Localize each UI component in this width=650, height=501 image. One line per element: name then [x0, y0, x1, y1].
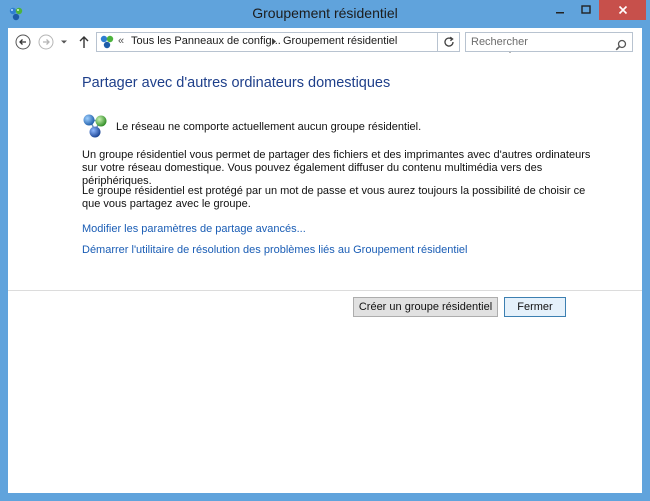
- window: Groupement résidentiel « Tous les Pannea…: [0, 0, 650, 501]
- forward-button[interactable]: [38, 34, 54, 50]
- search-box[interactable]: [465, 32, 633, 52]
- maximize-button[interactable]: [573, 0, 599, 20]
- window-client-area: « Tous les Panneaux de config... Groupem…: [8, 28, 642, 493]
- back-arrow-icon: [15, 34, 31, 50]
- security-paragraph: Le groupe résidentiel est protégé par un…: [82, 185, 586, 210]
- minimize-icon: [556, 12, 564, 14]
- breadcrumb-overflow[interactable]: «: [118, 35, 124, 47]
- homegroup-icon: [99, 34, 115, 50]
- navigation-bar: « Tous les Panneaux de config... Groupem…: [8, 28, 642, 56]
- recent-locations-button[interactable]: [59, 34, 69, 50]
- refresh-icon: [443, 36, 454, 47]
- search-icon[interactable]: [615, 36, 627, 55]
- address-bar[interactable]: « Tous les Panneaux de config... Groupem…: [96, 32, 515, 53]
- search-input[interactable]: [466, 33, 611, 51]
- divider: [8, 290, 642, 291]
- create-homegroup-button[interactable]: Créer un groupe résidentiel: [353, 297, 498, 317]
- homegroup-icon: [81, 112, 109, 140]
- description-paragraph: Un groupe résidentiel vous permet de par…: [82, 149, 591, 187]
- breadcrumb-item[interactable]: Groupement résidentiel: [283, 35, 397, 47]
- troubleshooter-link[interactable]: Démarrer l'utilitaire de résolution des …: [82, 244, 467, 256]
- forward-arrow-icon: [38, 34, 54, 50]
- refresh-button[interactable]: [438, 32, 460, 52]
- breadcrumb-item[interactable]: Tous les Panneaux de config...: [131, 35, 281, 47]
- up-button[interactable]: [76, 34, 92, 50]
- close-icon: [618, 5, 627, 15]
- back-button[interactable]: [15, 34, 31, 50]
- page-title: Partager avec d'autres ordinateurs domes…: [82, 75, 391, 91]
- breadcrumb-separator-icon[interactable]: [271, 37, 277, 49]
- status-message: Le réseau ne comporte actuellement aucun…: [116, 121, 422, 133]
- close-button[interactable]: Fermer: [504, 297, 566, 317]
- minimize-button[interactable]: [547, 0, 573, 20]
- maximize-icon: [581, 5, 591, 14]
- advanced-sharing-link[interactable]: Modifier les paramètres de partage avanc…: [82, 223, 306, 235]
- close-window-button[interactable]: [599, 0, 646, 20]
- up-arrow-icon: [79, 36, 89, 48]
- chevron-down-icon: [61, 40, 67, 44]
- title-bar[interactable]: Groupement résidentiel: [0, 0, 650, 28]
